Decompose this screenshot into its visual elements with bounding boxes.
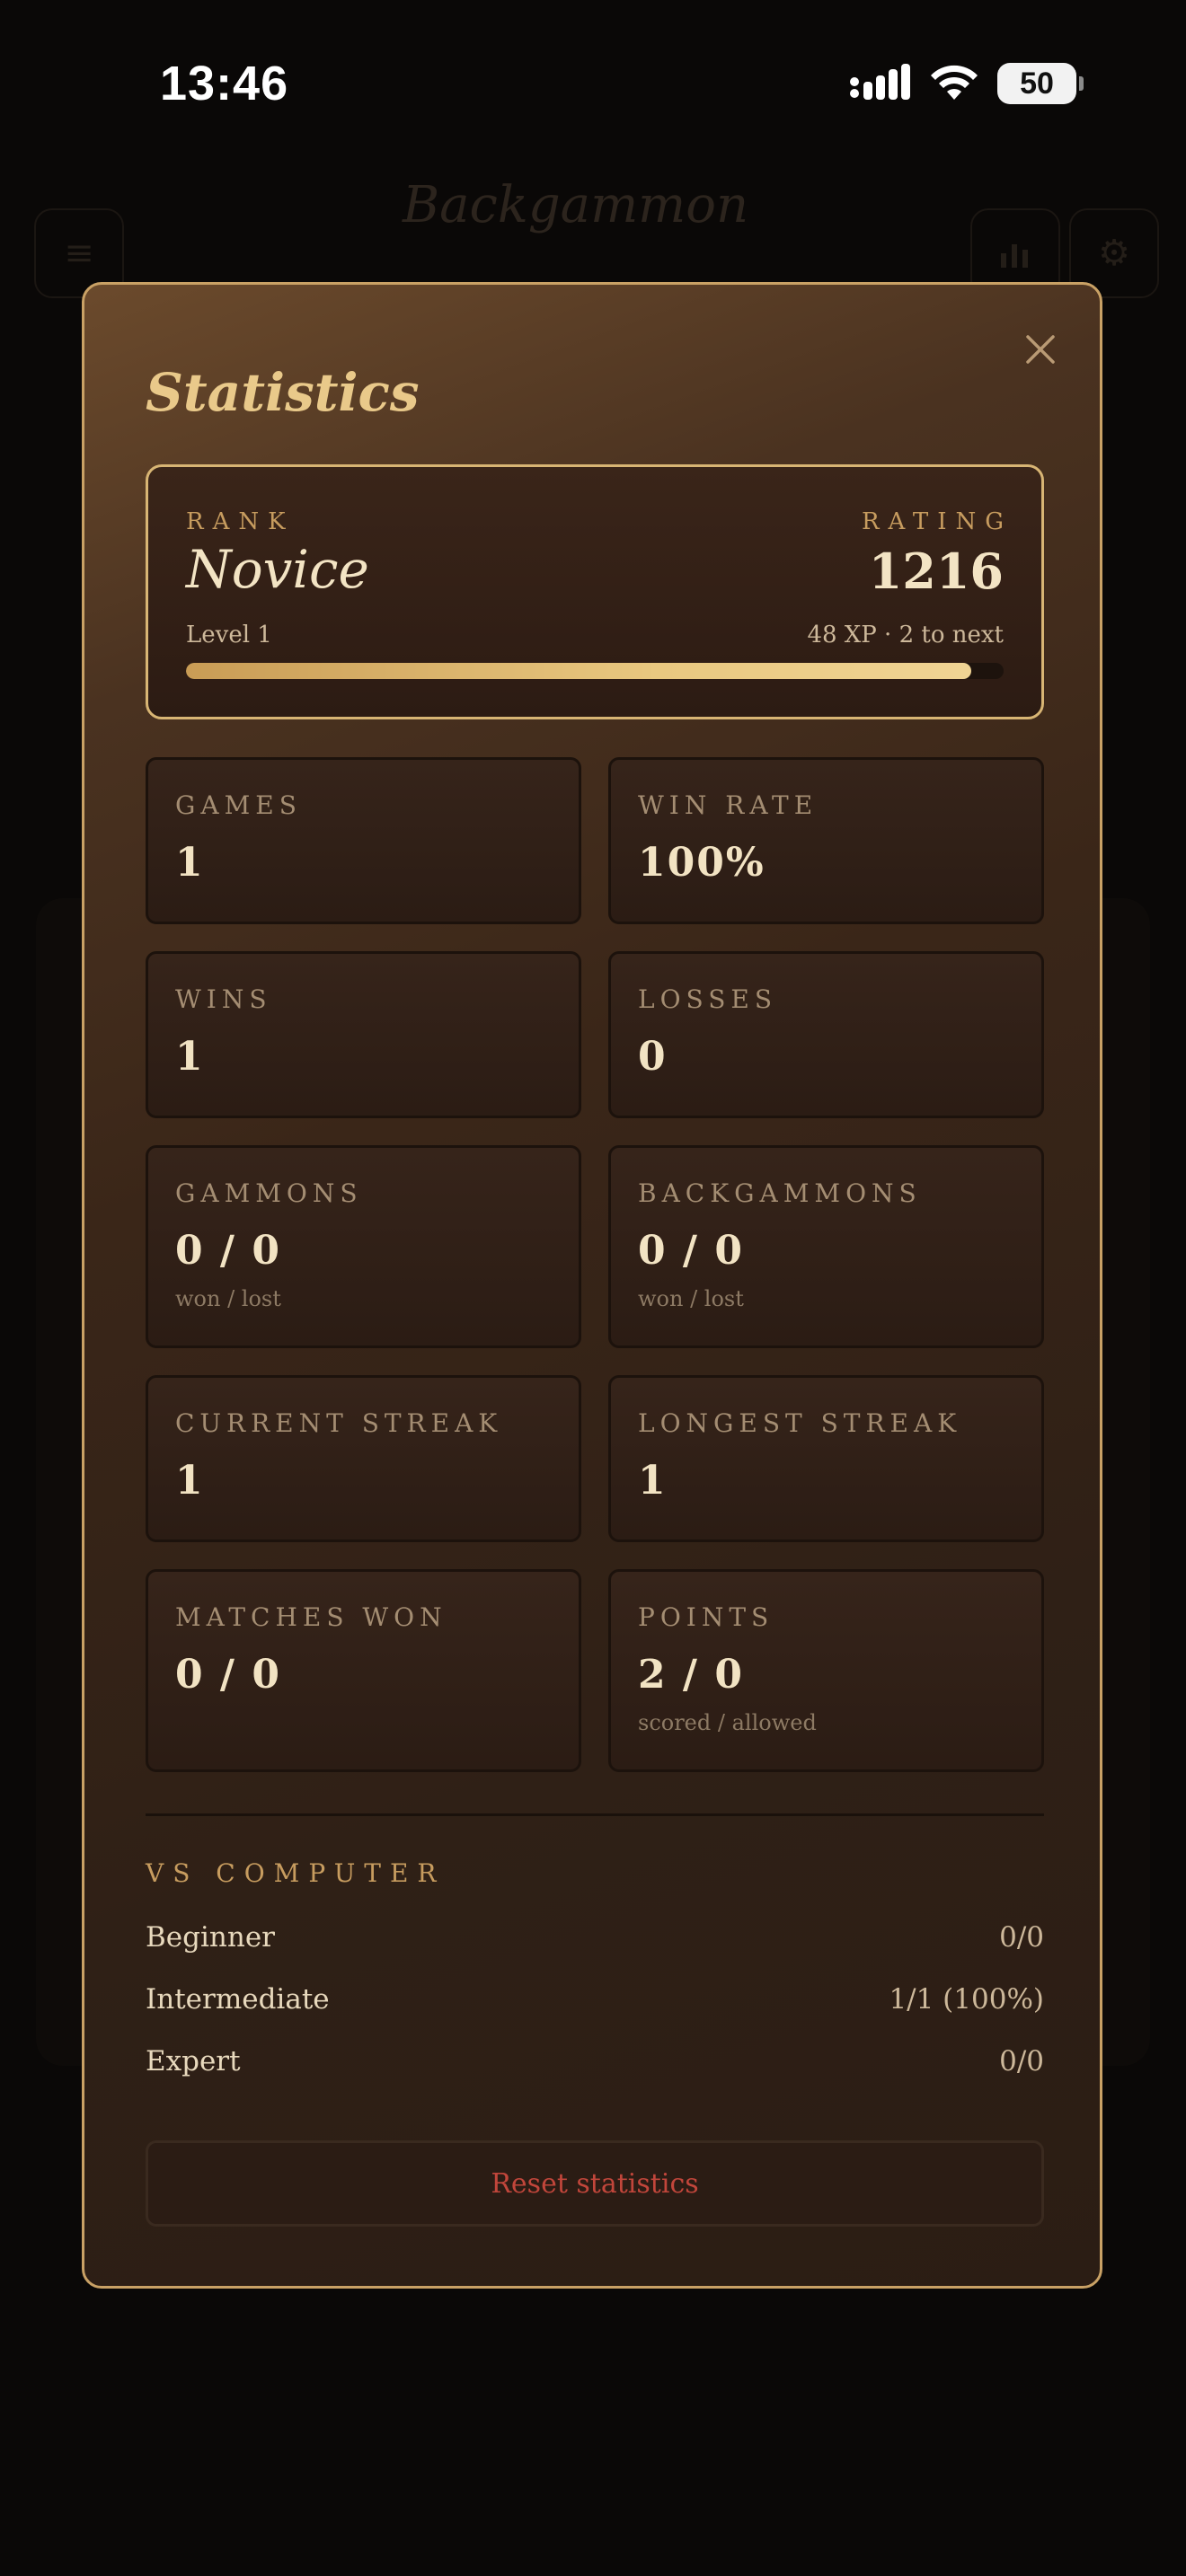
- stat-card-games: GAMES 1: [146, 757, 581, 924]
- status-bar: 13:46 50: [0, 0, 1186, 171]
- rating-label: RATING: [861, 508, 1013, 535]
- background-title: Backgammon: [403, 176, 749, 234]
- vs-row-value: 0/0: [999, 2045, 1044, 2078]
- stat-value: 1: [638, 1458, 668, 1504]
- close-button[interactable]: [1015, 324, 1066, 375]
- stat-label: BACKGAMMONS: [638, 1178, 922, 1208]
- stat-card-gammons: GAMMONS 0 / 0 won / lost: [146, 1145, 581, 1348]
- vs-row-value: 1/1 (100%): [889, 1983, 1044, 2016]
- rank-label: RANK: [186, 508, 295, 535]
- stat-sublabel: won / lost: [175, 1286, 281, 1311]
- rank-value: Novice: [186, 539, 369, 600]
- stat-label: CURRENT STREAK: [175, 1408, 503, 1438]
- vs-row-name: Expert: [146, 2045, 241, 2078]
- xp-progress-fill: [186, 663, 971, 679]
- stat-label: GAMES: [175, 790, 302, 820]
- status-time: 13:46: [160, 57, 289, 110]
- modal-title: Statistics: [146, 362, 420, 423]
- stat-value: 1: [175, 1458, 205, 1504]
- stat-label: LONGEST STREAK: [638, 1408, 962, 1438]
- cellular-signal-icon: [850, 64, 910, 100]
- vs-row-intermediate: Intermediate 1/1 (100%): [146, 1983, 1044, 2016]
- stat-label: LOSSES: [638, 984, 778, 1014]
- vs-row-name: Intermediate: [146, 1983, 330, 2016]
- stat-label: POINTS: [638, 1602, 774, 1632]
- close-icon: [1026, 335, 1055, 364]
- stat-card-wins: WINS 1: [146, 951, 581, 1118]
- stat-card-backgammons: BACKGAMMONS 0 / 0 won / lost: [608, 1145, 1044, 1348]
- stat-value: 0 / 0: [175, 1652, 281, 1698]
- rating-value: 1216: [868, 543, 1004, 600]
- vs-row-expert: Expert 0/0: [146, 2045, 1044, 2078]
- stat-label: MATCHES WON: [175, 1602, 447, 1632]
- stat-card-win-rate: WIN RATE 100%: [608, 757, 1044, 924]
- stat-value: 1: [175, 1034, 205, 1080]
- reset-statistics-button[interactable]: Reset statistics: [146, 2140, 1044, 2227]
- stat-card-matches-won: MATCHES WON 0 / 0: [146, 1569, 581, 1772]
- section-divider: [146, 1813, 1044, 1816]
- stat-value: 0 / 0: [638, 1228, 744, 1274]
- stat-value: 0: [638, 1034, 668, 1080]
- stat-sublabel: scored / allowed: [638, 1710, 817, 1735]
- stat-label: WINS: [175, 984, 272, 1014]
- stat-card-losses: LOSSES 0: [608, 951, 1044, 1118]
- status-icons: 50: [848, 63, 1084, 104]
- vs-row-value: 0/0: [999, 1921, 1044, 1954]
- stat-card-current-streak: CURRENT STREAK 1: [146, 1375, 581, 1542]
- vs-row-name: Beginner: [146, 1921, 275, 1954]
- stat-value: 0 / 0: [175, 1228, 281, 1274]
- stat-value: 2 / 0: [638, 1652, 744, 1698]
- vs-computer-label: VS COMPUTER: [146, 1858, 446, 1888]
- stat-sublabel: won / lost: [638, 1286, 744, 1311]
- battery-icon: 50: [997, 63, 1084, 104]
- xp-text: 48 XP · 2 to next: [807, 622, 1004, 648]
- xp-progress-bar: [186, 663, 1004, 679]
- stat-card-longest-streak: LONGEST STREAK 1: [608, 1375, 1044, 1542]
- stat-card-points: POINTS 2 / 0 scored / allowed: [608, 1569, 1044, 1772]
- wifi-icon: [931, 65, 978, 100]
- level-text: Level 1: [186, 622, 272, 648]
- stat-value: 1: [175, 840, 205, 886]
- vs-row-beginner: Beginner 0/0: [146, 1921, 1044, 1954]
- stat-label: WIN RATE: [638, 790, 819, 820]
- stats-grid: GAMES 1 WIN RATE 100% WINS 1 LOSSES 0 GAMMONS 0 /…: [146, 757, 1044, 1772]
- rank-card: RANK RATING Novice 1216 Level 1 48 XP · …: [146, 464, 1044, 719]
- stat-label: GAMMONS: [175, 1178, 363, 1208]
- statistics-modal: Statistics RANK RATING Novice 1216 Level…: [82, 282, 1102, 2289]
- stat-value: 100%: [638, 840, 766, 886]
